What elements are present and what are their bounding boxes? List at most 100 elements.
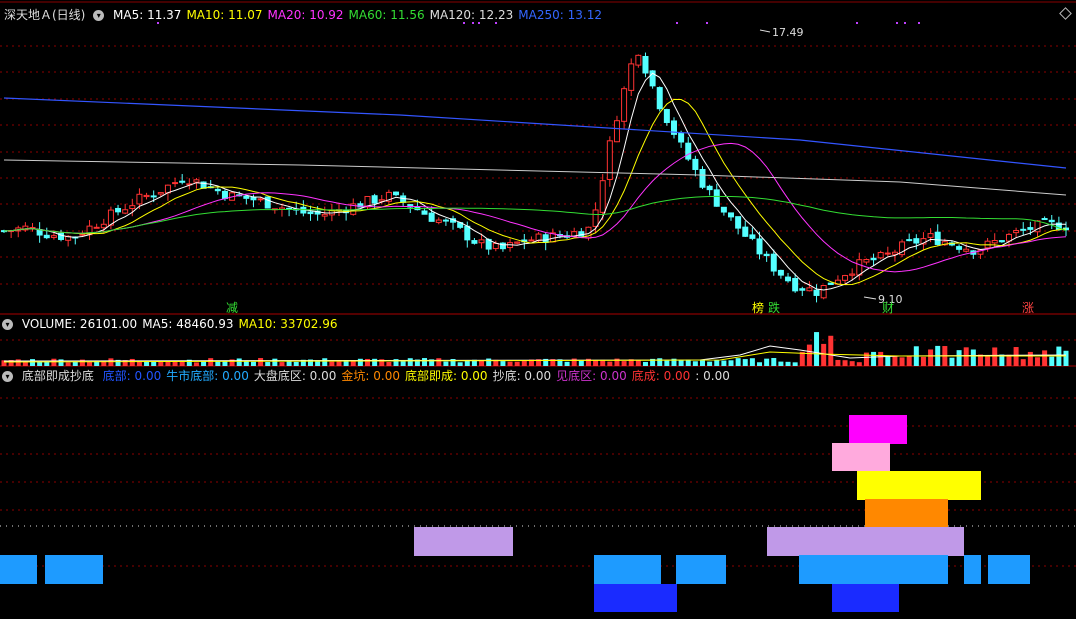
volume-bar: [928, 349, 934, 366]
high-price-label: 17.49: [772, 26, 804, 39]
volume-bar: [571, 358, 577, 366]
volume-bar: [920, 356, 926, 366]
volume-bar: [158, 361, 164, 366]
stock-chart[interactable]: 17.499.10减榜跌财涨: [0, 0, 1076, 619]
candle-body: [100, 223, 107, 229]
candle-body: [1027, 227, 1034, 230]
volume-bar: [201, 361, 207, 366]
volume-bar: [749, 358, 755, 366]
candle-body: [122, 209, 129, 214]
candle-body: [143, 194, 150, 198]
candle-body: [870, 257, 877, 261]
volume-bar: [735, 358, 741, 366]
high-pointer: [759, 29, 771, 33]
candle-body: [628, 63, 635, 91]
signal-dot: [676, 22, 678, 24]
volume-bar: [799, 351, 805, 366]
candle-body: [820, 284, 827, 299]
volume-bar: [664, 360, 670, 366]
candle-body: [250, 196, 257, 201]
bull-bottom-block: [799, 555, 948, 584]
volume-bar: [151, 361, 157, 366]
bottom-block: [832, 584, 899, 612]
bull-bottom-block: [45, 555, 103, 584]
candle-body: [307, 211, 314, 215]
candle-body: [635, 54, 642, 66]
bull-bottom-block: [0, 555, 37, 584]
bull-bottom-block: [964, 555, 981, 584]
candle-body: [129, 205, 136, 209]
candle-body: [79, 233, 86, 236]
volume-bar: [842, 360, 848, 366]
volume-bar: [856, 362, 862, 366]
volume-bar: [243, 361, 249, 366]
candle-body: [1020, 228, 1027, 231]
ma60-line: [3, 195, 1067, 234]
event-marker: 财: [882, 301, 894, 315]
signal-dot: [918, 22, 920, 24]
volume-bar: [578, 360, 584, 366]
candle-body: [43, 234, 50, 239]
candle-body: [906, 239, 913, 242]
volume-bar: [899, 357, 905, 366]
candle-body: [1013, 230, 1020, 234]
volume-bar: [258, 358, 264, 366]
volume-bar: [806, 344, 812, 366]
volume-bar: [871, 351, 877, 366]
signal-dot: [706, 22, 708, 24]
candle-body: [877, 252, 884, 259]
candle-body: [891, 251, 898, 255]
candle-body: [243, 195, 250, 199]
candle-body: [770, 253, 777, 272]
volume-bar: [400, 361, 406, 366]
volume-bar: [486, 358, 492, 366]
candle-body: [863, 259, 870, 263]
candle-body: [813, 289, 820, 296]
candle-body: [599, 180, 606, 213]
candle-body: [264, 196, 271, 209]
volume-bar: [514, 361, 520, 366]
candle-body: [592, 209, 599, 227]
volume-bar: [500, 361, 506, 366]
volume-bar: [878, 351, 884, 366]
volume-bar: [949, 357, 955, 366]
volume-bar: [15, 359, 21, 366]
candle-body: [157, 192, 164, 195]
candle-body: [806, 287, 813, 292]
candle-body: [699, 168, 706, 188]
candle-body: [927, 233, 934, 238]
candle-body: [678, 133, 685, 143]
volume-bar: [956, 350, 962, 366]
candle-body: [663, 109, 670, 123]
volume-bar: [30, 359, 36, 366]
volume-bar: [564, 361, 570, 366]
candle-body: [963, 248, 970, 252]
volume-bar: [322, 358, 328, 366]
candle-body: [956, 246, 963, 250]
candle-body: [621, 88, 628, 122]
volume-bar: [635, 359, 641, 366]
volume-bar: [193, 362, 199, 366]
volume-bar: [771, 358, 777, 366]
candle-body: [393, 191, 400, 196]
candle-body: [478, 239, 485, 244]
volume-bar: [778, 361, 784, 366]
volume-bar: [814, 332, 820, 366]
volume-bar: [58, 359, 64, 366]
volume-bar: [407, 358, 413, 366]
candle-body: [471, 240, 478, 244]
candle-body: [150, 195, 157, 198]
signal-dot: [157, 22, 159, 24]
signal-dot: [856, 22, 858, 24]
volume-bar: [1020, 359, 1026, 366]
volume-bar: [386, 361, 392, 366]
candle-body: [685, 142, 692, 160]
volume-bar: [828, 335, 834, 366]
candle-body: [756, 238, 763, 255]
volume-bar: [165, 361, 171, 366]
candle-body: [435, 219, 442, 223]
candle-body: [720, 206, 727, 213]
volume-bar: [1013, 347, 1019, 366]
volume-bar: [22, 361, 28, 366]
candle-body: [785, 276, 792, 282]
